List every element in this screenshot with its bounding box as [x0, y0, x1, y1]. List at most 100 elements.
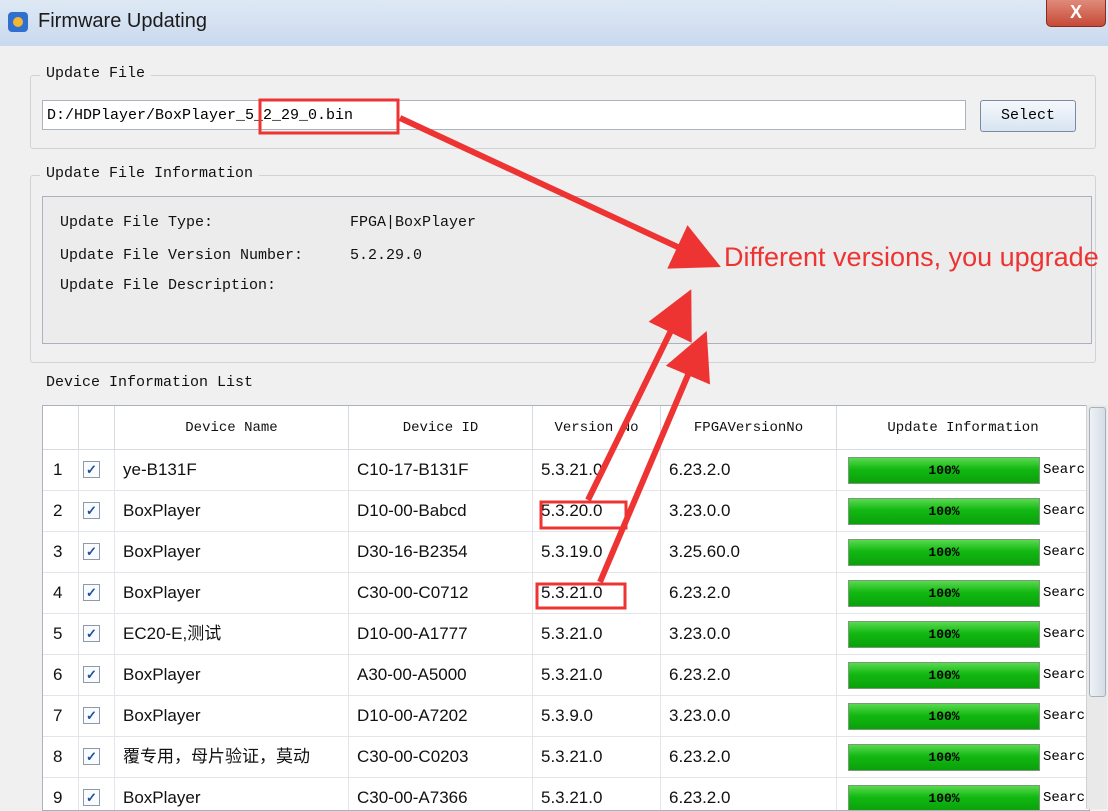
progress-text: 100%: [928, 627, 960, 642]
progress-text: 100%: [928, 668, 960, 683]
cell-version: 5.3.21.0: [533, 655, 661, 695]
vertical-scrollbar[interactable]: [1086, 405, 1107, 809]
update-status-text: Searc: [1043, 503, 1086, 519]
update-status-text: Searc: [1043, 667, 1086, 683]
progress-bar: 100%: [848, 785, 1040, 810]
progress-bar: 100%: [848, 457, 1040, 484]
update-file-info-legend: Update File Information: [40, 165, 260, 182]
cell-version: 5.3.19.0: [533, 532, 661, 572]
table-row[interactable]: 3 BoxPlayer D30-16-B2354 5.3.19.0 3.25.60.0 ✓…: [43, 532, 1089, 573]
update-file-type-label: Update File Type:: [60, 214, 214, 231]
cell-name: 覆专用，母片验证，莫动: [115, 737, 349, 777]
cell-fpga: 6.23.2.0: [661, 655, 837, 695]
table-row[interactable]: 1 ye-B131F C10-17-B131F 5.3.21.0 6.23.2.0 ✓ 10…: [43, 450, 1089, 491]
annotation-text: Different versions, you upgrade: [724, 242, 1099, 272]
progress-bar: 100%: [848, 580, 1040, 607]
cell-id: D10-00-Babcd: [349, 491, 533, 531]
cell-id: C30-00-C0712: [349, 573, 533, 613]
cell-num: 7: [43, 696, 79, 736]
header-device-id[interactable]: Device ID: [349, 406, 533, 450]
cell-name: BoxPlayer: [115, 532, 349, 572]
cell-id: C30-00-C0203: [349, 737, 533, 777]
row-checkbox[interactable]: ✓: [83, 461, 100, 478]
table-row[interactable]: 7 BoxPlayer D10-00-A7202 5.3.9.0 3.23.0.0 ✓ 10…: [43, 696, 1089, 737]
row-checkbox[interactable]: ✓: [83, 789, 100, 806]
row-checkbox[interactable]: ✓: [83, 707, 100, 724]
table-row[interactable]: 4 BoxPlayer C30-00-C0712 5.3.21.0 6.23.2.0 ✓ 1…: [43, 573, 1089, 614]
progress-bar: 100%: [848, 539, 1040, 566]
cell-version: 5.3.21.0: [533, 737, 661, 777]
row-checkbox[interactable]: ✓: [83, 625, 100, 642]
table-row[interactable]: 2 BoxPlayer D10-00-Babcd 5.3.20.0 3.23.0.0 ✓ 1…: [43, 491, 1089, 532]
update-file-path-input[interactable]: D:/HDPlayer/BoxPlayer_5_2_29_0.bin: [42, 100, 966, 130]
window-title: Firmware Updating: [38, 10, 207, 32]
device-list-legend: Device Information List: [40, 374, 260, 391]
cell-name: BoxPlayer: [115, 778, 349, 810]
cell-num: 2: [43, 491, 79, 531]
update-file-version-value: 5.2.29.0: [350, 247, 423, 264]
cell-version: 5.3.9.0: [533, 696, 661, 736]
cell-name: BoxPlayer: [115, 573, 349, 613]
header-update-information[interactable]: Update Information: [837, 406, 1089, 450]
cell-fpga: 3.25.60.0: [661, 532, 837, 572]
progress-bar: 100%: [848, 621, 1040, 648]
cell-fpga: 6.23.2.0: [661, 450, 837, 490]
update-file-type-value: FPGA|BoxPlayer: [350, 214, 477, 231]
cell-name: EC20-E,测试: [115, 614, 349, 654]
header-fpga-version-no[interactable]: FPGAVersionNo: [661, 406, 837, 450]
header-device-name[interactable]: Device Name: [115, 406, 349, 450]
update-status-text: Searc: [1043, 626, 1086, 642]
cell-num: 1: [43, 450, 79, 490]
cell-fpga: 3.23.0.0: [661, 614, 837, 654]
cell-id: C10-17-B131F: [349, 450, 533, 490]
row-checkbox[interactable]: ✓: [83, 502, 100, 519]
cell-fpga: 3.23.0.0: [661, 696, 837, 736]
header-number: [43, 406, 79, 450]
update-file-version-label: Update File Version Number:: [60, 247, 304, 264]
progress-text: 100%: [928, 791, 960, 806]
update-status-text: Searc: [1043, 708, 1086, 724]
cell-fpga: 6.23.2.0: [661, 737, 837, 777]
row-checkbox[interactable]: ✓: [83, 584, 100, 601]
update-status-text: Searc: [1043, 749, 1086, 765]
header-version-no[interactable]: Version No: [533, 406, 661, 450]
progress-text: 100%: [928, 545, 960, 560]
progress-bar: 100%: [848, 498, 1040, 525]
app-icon: [8, 12, 28, 32]
device-table: Device Name Device ID Version No FPGAVer…: [42, 405, 1090, 811]
select-button[interactable]: Select: [980, 100, 1076, 132]
table-row[interactable]: 6 BoxPlayer A30-00-A5000 5.3.21.0 6.23.2.0 ✓ 1…: [43, 655, 1089, 696]
title-bar: Firmware Updating X: [0, 0, 1108, 46]
cell-fpga: 3.23.0.0: [661, 491, 837, 531]
table-row[interactable]: 9 BoxPlayer C30-00-A7366 5.3.21.0 6.23.2.0 ✓ 1…: [43, 778, 1089, 810]
table-row[interactable]: 5 EC20-E,测试 D10-00-A1777 5.3.21.0 3.23.0.0 ✓ 1…: [43, 614, 1089, 655]
cell-num: 4: [43, 573, 79, 613]
cell-version: 5.3.21.0: [533, 450, 661, 490]
cell-id: D30-16-B2354: [349, 532, 533, 572]
cell-id: A30-00-A5000: [349, 655, 533, 695]
cell-id: C30-00-A7366: [349, 778, 533, 810]
row-checkbox[interactable]: ✓: [83, 666, 100, 683]
cell-version: 5.3.20.0: [533, 491, 661, 531]
progress-text: 100%: [928, 750, 960, 765]
cell-version: 5.3.21.0: [533, 778, 661, 810]
update-status-text: Searc: [1043, 790, 1086, 806]
cell-num: 5: [43, 614, 79, 654]
cell-fpga: 6.23.2.0: [661, 573, 837, 613]
cell-num: 3: [43, 532, 79, 572]
row-checkbox[interactable]: ✓: [83, 543, 100, 560]
scrollbar-thumb[interactable]: [1089, 407, 1106, 697]
cell-name: ye-B131F: [115, 450, 349, 490]
update-status-text: Searc: [1043, 462, 1086, 478]
progress-bar: 100%: [848, 703, 1040, 730]
progress-text: 100%: [928, 709, 960, 724]
table-row[interactable]: 8 覆专用，母片验证，莫动 C30-00-C0203 5.3.21.0 6.23.2.0…: [43, 737, 1089, 778]
cell-num: 8: [43, 737, 79, 777]
cell-num: 9: [43, 778, 79, 810]
progress-text: 100%: [928, 463, 960, 478]
row-checkbox[interactable]: ✓: [83, 748, 100, 765]
cell-id: D10-00-A1777: [349, 614, 533, 654]
close-button[interactable]: X: [1046, 0, 1106, 27]
cell-name: BoxPlayer: [115, 491, 349, 531]
cell-name: BoxPlayer: [115, 655, 349, 695]
